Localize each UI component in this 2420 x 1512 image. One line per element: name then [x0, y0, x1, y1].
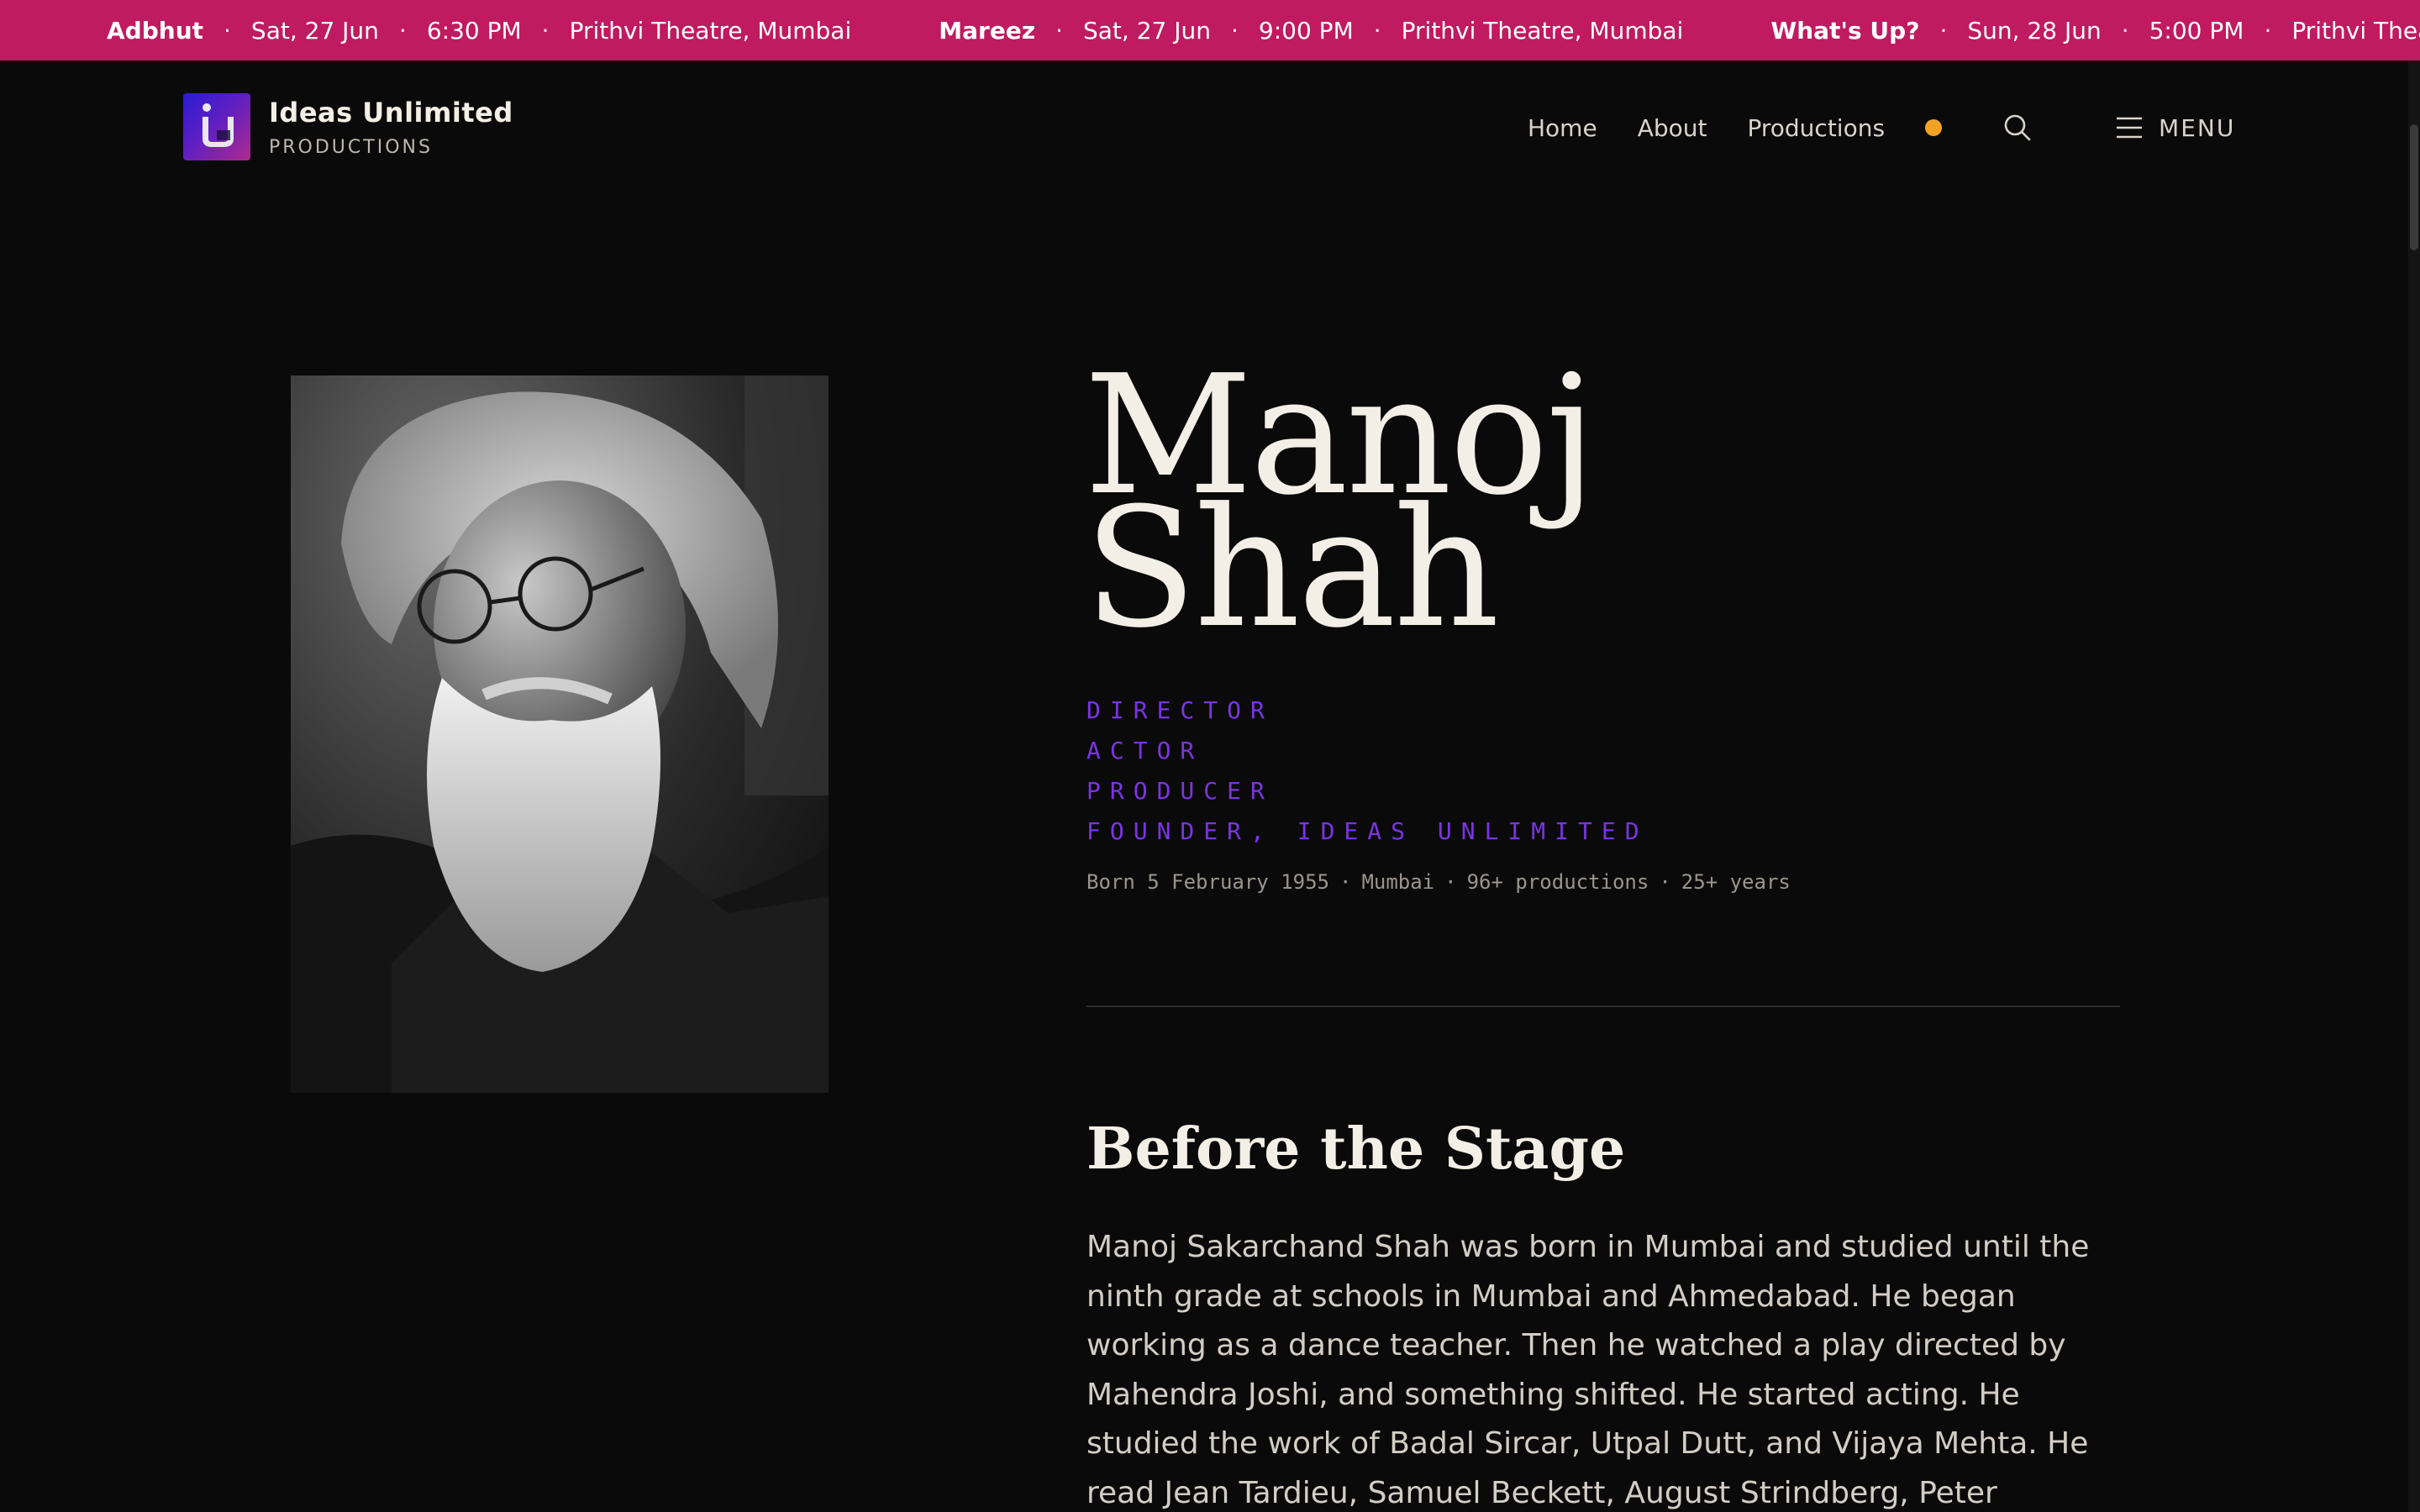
nav-productions-link[interactable]: Productions: [1747, 114, 1885, 142]
ticker-item[interactable]: Adbhut · Sat, 27 Jun · 6:30 PM · Prithvi…: [107, 17, 851, 45]
meta-productions: 96+ productions: [1466, 870, 1649, 894]
menu-button[interactable]: MENU: [2115, 114, 2235, 142]
nav-about-link[interactable]: About: [1638, 114, 1707, 142]
main-nav: Home About Productions MENU: [1528, 108, 2235, 148]
profile-meta: Born 5 February 1955 · Mumbai · 96+ prod…: [1086, 870, 1791, 894]
meta-born: Born 5 February 1955: [1086, 870, 1329, 894]
section-heading: Before the Stage: [1086, 1116, 1626, 1183]
ticker-track: Adbhut · Sat, 27 Jun · 6:30 PM · Prithvi…: [107, 0, 2420, 60]
roles-list: DIRECTOR ACTOR PRODUCER FOUNDER, IDEAS U…: [1086, 690, 1649, 852]
meta-years: 25+ years: [1681, 870, 1791, 894]
brand-logo: [183, 93, 250, 160]
ticker-event-time: 5:00 PM: [2149, 16, 2244, 45]
meta-city: Mumbai: [1361, 870, 1435, 894]
ticker-event-time: 6:30 PM: [426, 16, 522, 45]
ticker-event-venue: Prithvi Theatre, Mumbai: [1401, 16, 1684, 45]
search-icon[interactable]: [2002, 113, 2033, 143]
hamburger-icon: [2117, 117, 2143, 139]
scrollbar-thumb[interactable]: [2410, 124, 2418, 250]
ticker-event-venue: Prithvi Theatre, Mumbai: [569, 16, 852, 45]
ticker-event-title: Mareez: [939, 16, 1036, 45]
section-divider: [1086, 1005, 2120, 1007]
person-name: Manoj Shah: [1084, 354, 1597, 651]
role-item: ACTOR: [1086, 737, 1204, 764]
brand-name: Ideas Unlimited: [269, 96, 513, 129]
ticker-event-time: 9:00 PM: [1258, 16, 1354, 45]
role-item: PRODUCER: [1086, 777, 1274, 805]
meta-separator: ·: [1659, 870, 1671, 894]
ticker-separator: ·: [1055, 16, 1063, 45]
brand-subtitle: PRODUCTIONS: [269, 136, 433, 158]
ticker-event-date: Sun, 28 Jun: [1967, 16, 2102, 45]
ticker-event-date: Sat, 27 Jun: [250, 16, 379, 45]
ticker-event-title: What's Up?: [1770, 16, 1920, 45]
ticker-event-title: Adbhut: [107, 16, 204, 45]
ticker-separator: ·: [2264, 16, 2272, 45]
ticker-separator: ·: [224, 16, 231, 45]
logo-u-icon: [203, 103, 234, 147]
ticker-separator: ·: [398, 16, 407, 45]
nav-home-link[interactable]: Home: [1528, 114, 1597, 142]
status-dot: [1925, 119, 1943, 136]
ticker-item[interactable]: Mareez · Sat, 27 Jun · 9:00 PM · Prithvi…: [939, 17, 1683, 45]
ticker-separator: ·: [541, 16, 550, 45]
brand-text: Ideas Unlimited PRODUCTIONS: [269, 97, 513, 158]
ticker-separator: ·: [1939, 16, 1948, 45]
page-scrollbar[interactable]: [2408, 60, 2420, 1512]
ticker-separator: ·: [1231, 16, 1239, 45]
ticker-separator: ·: [1373, 16, 1381, 45]
menu-label: MENU: [2159, 113, 2236, 142]
brand-home-link[interactable]: Ideas Unlimited PRODUCTIONS: [183, 93, 513, 160]
portrait-photo: [291, 375, 829, 1093]
ticker-separator: ·: [2121, 16, 2129, 45]
role-item: FOUNDER, IDEAS UNLIMITED: [1086, 817, 1649, 845]
meta-separator: ·: [1444, 870, 1457, 894]
ticker-item[interactable]: What's Up? · Sun, 28 Jun · 5:00 PM · Pri…: [1770, 17, 2420, 45]
meta-separator: ·: [1339, 870, 1352, 894]
portrait-image: [291, 375, 829, 1093]
ticker-event-venue: Prithvi Theatre, Mumbai: [2291, 16, 2420, 45]
events-ticker: Adbhut · Sat, 27 Jun · 6:30 PM · Prithvi…: [0, 0, 2420, 60]
role-item: DIRECTOR: [1086, 696, 1274, 724]
ticker-event-date: Sat, 27 Jun: [1083, 16, 1211, 45]
section-body: Manoj Sakarchand Shah was born in Mumbai…: [1086, 1230, 2090, 1510]
